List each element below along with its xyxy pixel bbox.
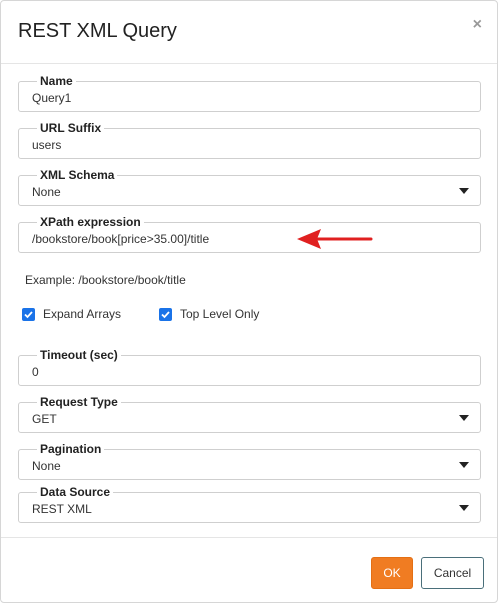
data-source-label: Data Source <box>37 485 114 499</box>
top-level-only-label: Top Level Only <box>180 307 260 321</box>
xpath-expression-label: XPath expression <box>37 215 144 229</box>
request-type-select[interactable]: Request Type GET <box>18 395 481 433</box>
chevron-down-icon[interactable] <box>459 415 469 421</box>
chevron-down-icon[interactable] <box>459 462 469 468</box>
request-type-value: GET <box>32 412 57 426</box>
dialog-title: REST XML Query <box>18 20 177 42</box>
chevron-down-icon[interactable] <box>459 188 469 194</box>
expand-arrays-checkbox[interactable]: Expand Arrays <box>22 307 121 321</box>
xml-schema-value: None <box>32 185 61 199</box>
url-suffix-value: users <box>32 138 62 152</box>
data-source-select[interactable]: Data Source REST XML <box>18 485 481 523</box>
footer-divider <box>1 537 497 538</box>
checkmark-icon[interactable] <box>159 307 172 321</box>
pagination-label: Pagination <box>37 442 105 456</box>
timeout-field[interactable]: Timeout (sec) 0 <box>18 348 481 386</box>
pagination-value: None <box>32 459 61 473</box>
name-label: Name <box>37 74 76 88</box>
url-suffix-field[interactable]: URL Suffix users <box>18 121 481 159</box>
timeout-value: 0 <box>32 365 39 379</box>
expand-arrays-label: Expand Arrays <box>43 307 122 321</box>
xpath-expression-field[interactable]: XPath expression /bookstore/book[price>3… <box>18 215 481 253</box>
data-source-value: REST XML <box>32 502 92 516</box>
xml-schema-label: XML Schema <box>37 168 118 182</box>
name-value: Query1 <box>32 91 72 105</box>
close-icon[interactable]: × <box>473 16 482 34</box>
pagination-select[interactable]: Pagination None <box>18 442 481 480</box>
xpath-expression-value: /bookstore/book[price>35.00]/title <box>32 232 210 246</box>
example-text: Example: /bookstore/book/title <box>25 273 186 287</box>
red-arrow-annotation <box>297 229 373 249</box>
chevron-down-icon[interactable] <box>459 505 469 511</box>
top-level-only-checkbox[interactable]: Top Level Only <box>159 307 259 321</box>
xml-schema-select[interactable]: XML Schema None <box>18 168 481 206</box>
timeout-label: Timeout (sec) <box>37 348 121 362</box>
ok-button[interactable]: OK <box>371 557 413 589</box>
rest-xml-query-dialog: REST XML Query × Name Query1 URL Suffix … <box>0 0 498 603</box>
cancel-button[interactable]: Cancel <box>421 557 484 589</box>
url-suffix-label: URL Suffix <box>37 121 105 135</box>
name-field[interactable]: Name Query1 <box>18 74 481 112</box>
request-type-label: Request Type <box>37 395 121 409</box>
dialog-header: REST XML Query × <box>1 1 497 64</box>
checkmark-icon[interactable] <box>22 307 35 321</box>
